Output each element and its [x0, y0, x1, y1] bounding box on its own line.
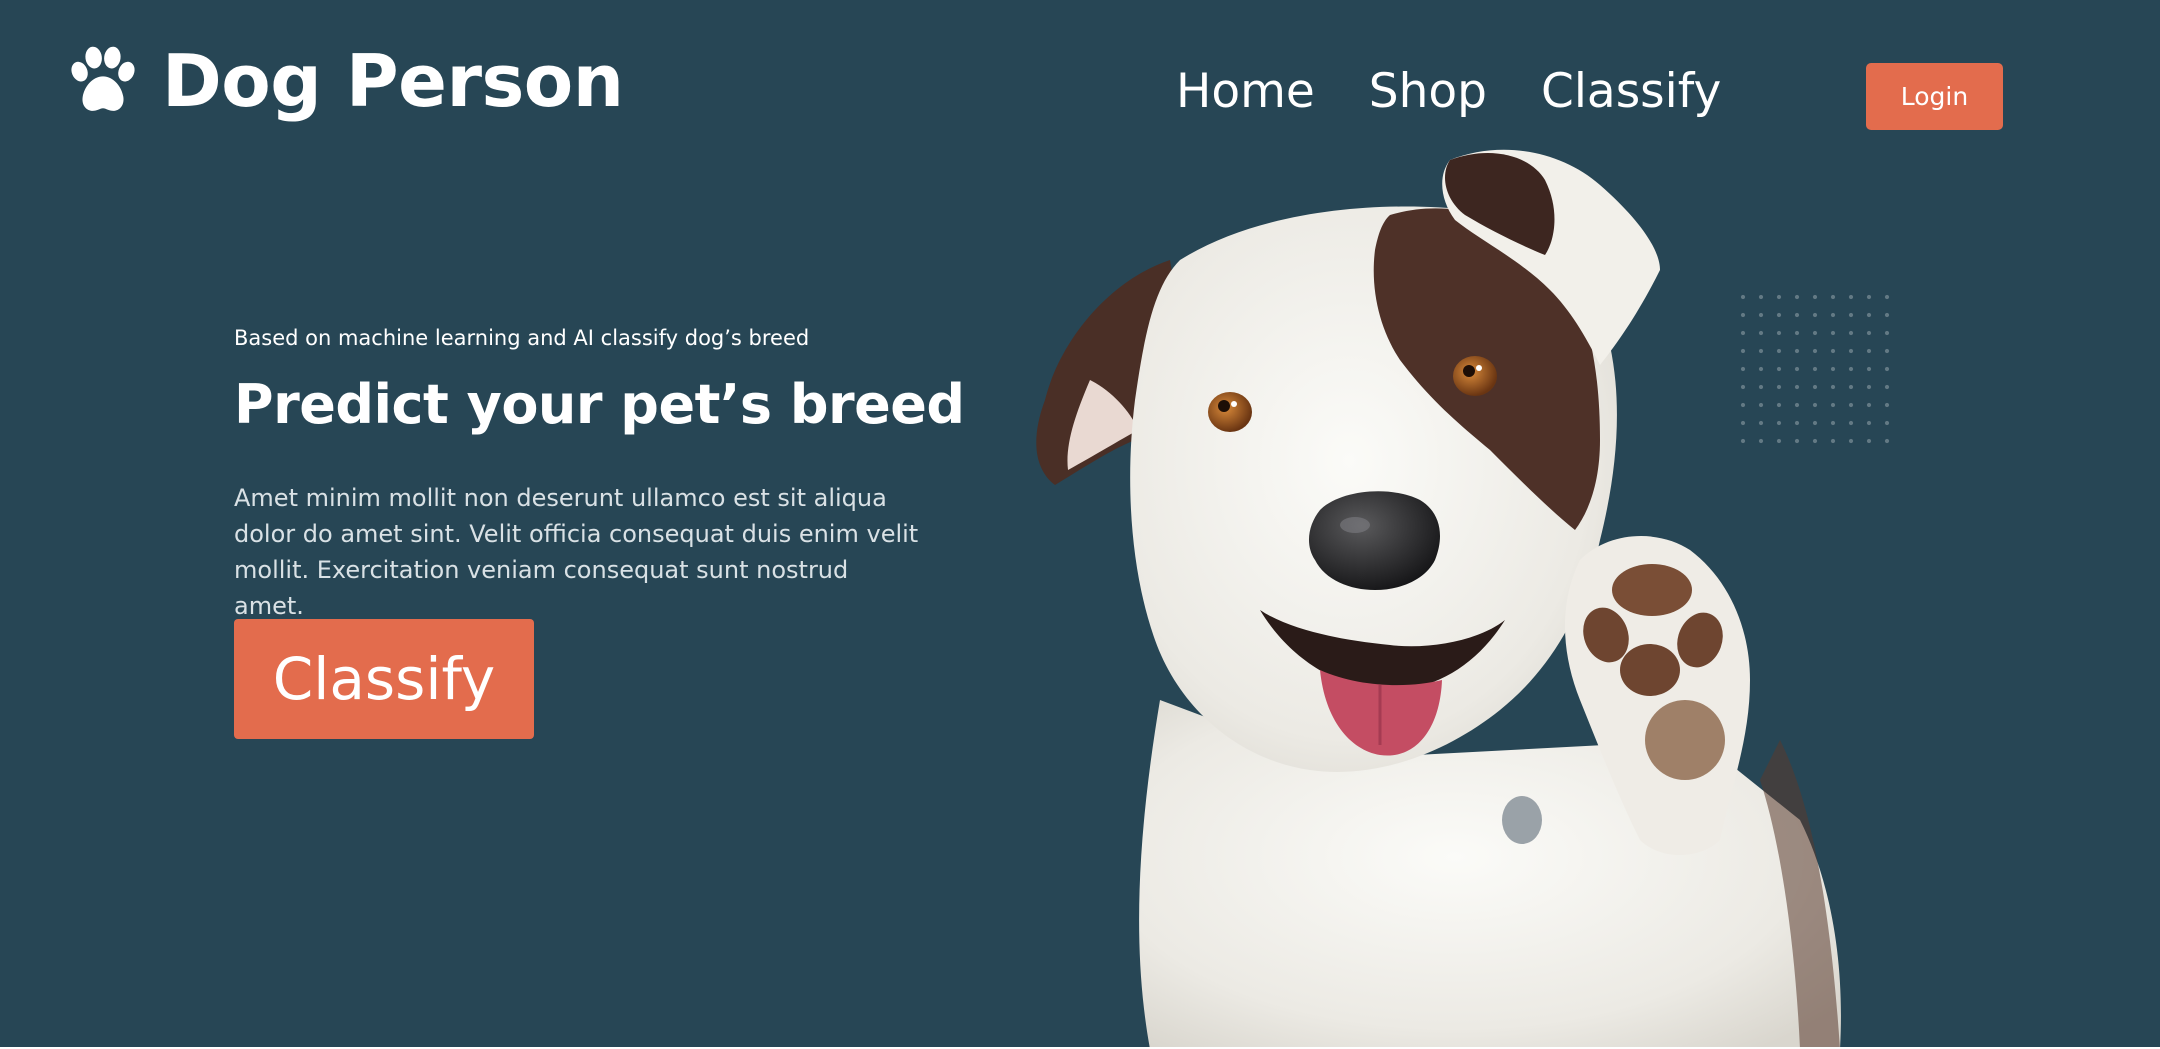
- landing-page: Dog Person Home Shop Classify Login Base…: [0, 0, 2160, 1047]
- hero-description: Amet minim mollit non deserunt ullamco e…: [234, 484, 919, 620]
- hero-title: Predict your pet’s breed: [234, 373, 965, 436]
- nav-home[interactable]: Home: [1176, 66, 1315, 118]
- nav-shop[interactable]: Shop: [1369, 66, 1487, 118]
- paw-icon: [71, 46, 135, 111]
- hero-subtitle: Based on machine learning and AI classif…: [234, 326, 810, 350]
- dog-illustration: [1036, 149, 1841, 1047]
- main-nav: Home Shop Classify: [1176, 66, 1721, 118]
- classify-button[interactable]: Classify: [234, 619, 534, 739]
- brand-name: Dog Person: [162, 39, 624, 123]
- login-button[interactable]: Login: [1866, 63, 2003, 130]
- nav-classify[interactable]: Classify: [1541, 66, 1721, 118]
- brand-logo[interactable]: Dog Person: [64, 42, 624, 120]
